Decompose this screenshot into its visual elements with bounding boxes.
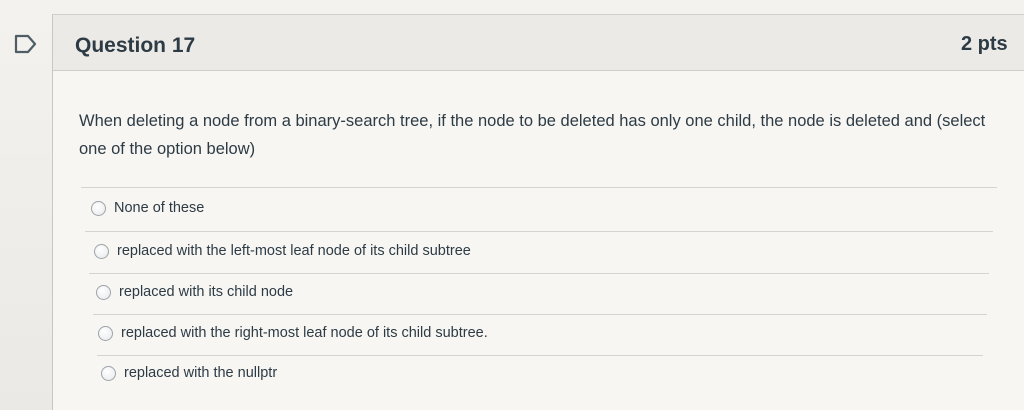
answer-list: None of these replaced with the left-mos… [53, 15, 1024, 410]
answer-label: replaced with the nullptr [124, 365, 278, 381]
answer-label: replaced with the right-most leaf node o… [121, 325, 488, 341]
answer-option[interactable]: replaced with its child node [96, 280, 293, 304]
answer-option[interactable]: None of these [91, 196, 204, 220]
answer-divider [97, 355, 983, 356]
answer-divider [81, 187, 997, 188]
answer-option[interactable]: replaced with the nullptr [101, 361, 277, 385]
answer-label: None of these [114, 200, 205, 216]
answer-label: replaced with its child node [119, 284, 294, 300]
radio-button[interactable] [101, 365, 116, 381]
flag-question-icon[interactable] [14, 34, 38, 54]
answer-label: replaced with the left-most leaf node of… [117, 243, 471, 259]
answer-option[interactable]: replaced with the right-most leaf node o… [98, 321, 488, 345]
radio-button[interactable] [98, 325, 113, 341]
radio-button[interactable] [94, 243, 109, 259]
radio-button[interactable] [96, 284, 111, 300]
answer-divider [85, 231, 993, 232]
answer-divider [89, 273, 989, 274]
answer-divider [93, 314, 987, 315]
quiz-page: Question 17 2 pts When deleting a node f… [0, 0, 1024, 410]
question-card: Question 17 2 pts When deleting a node f… [52, 14, 1024, 410]
answer-option[interactable]: replaced with the left-most leaf node of… [94, 239, 471, 263]
radio-button[interactable] [91, 200, 106, 216]
